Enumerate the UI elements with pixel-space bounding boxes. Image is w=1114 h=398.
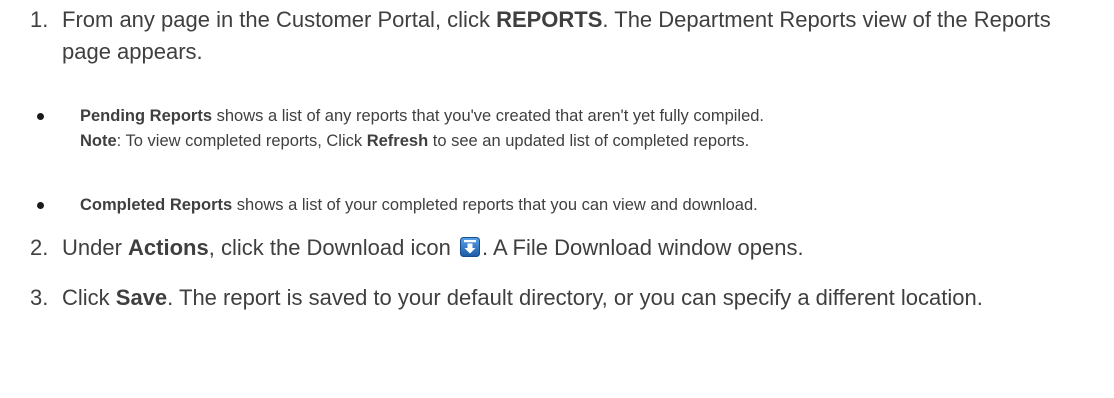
completed-reports-desc: shows a list of your completed reports t…	[232, 196, 758, 214]
step-1-reports-term: REPORTS	[496, 7, 603, 32]
step-2-post: . A File Download window opens.	[481, 235, 804, 260]
step-2-text: Under Actions, click the Download icon .…	[62, 232, 1090, 264]
refresh-term: Refresh	[366, 132, 429, 150]
pending-reports-text: Pending Reports shows a list of any repo…	[80, 104, 1094, 154]
bullet-pending-reports: Pending Reports shows a list of any repo…	[34, 104, 1094, 154]
step-3-post: . The report is saved to your default di…	[167, 285, 983, 310]
step-1-number: 1.	[30, 7, 49, 32]
save-term: Save	[115, 285, 168, 310]
pending-reports-term: Pending Reports	[80, 107, 213, 125]
download-icon	[459, 234, 480, 257]
actions-term: Actions	[128, 235, 209, 260]
step-3-number: 3.	[30, 285, 49, 310]
step-2: 2. Under Actions, click the Download ico…	[30, 232, 1090, 264]
step-1-pre: From any page in the Customer Portal, cl…	[62, 7, 497, 32]
step-3-pre: Click	[62, 285, 116, 310]
pending-reports-desc: shows a list of any reports that you've …	[212, 107, 765, 125]
step-3: 3. Click Save. The report is saved to yo…	[30, 282, 1090, 314]
completed-reports-term: Completed Reports	[80, 196, 233, 214]
step-1: 1. From any page in the Customer Portal,…	[30, 4, 1090, 68]
step-3-text: Click Save. The report is saved to your …	[62, 282, 1090, 314]
step-2-mid: , click the Download icon	[208, 235, 457, 260]
step-1-text: From any page in the Customer Portal, cl…	[62, 4, 1090, 68]
note-pre: : To view completed reports, Click	[116, 132, 367, 150]
note-label: Note	[80, 132, 117, 150]
step-2-number: 2.	[30, 235, 49, 260]
step-2-pre: Under	[62, 235, 129, 260]
completed-reports-text: Completed Reports shows a list of your c…	[80, 193, 1094, 218]
instructions-document: 1. From any page in the Customer Portal,…	[0, 0, 1114, 398]
note-post: to see an updated list of completed repo…	[428, 132, 750, 150]
bullet-completed-reports: Completed Reports shows a list of your c…	[34, 193, 1094, 218]
